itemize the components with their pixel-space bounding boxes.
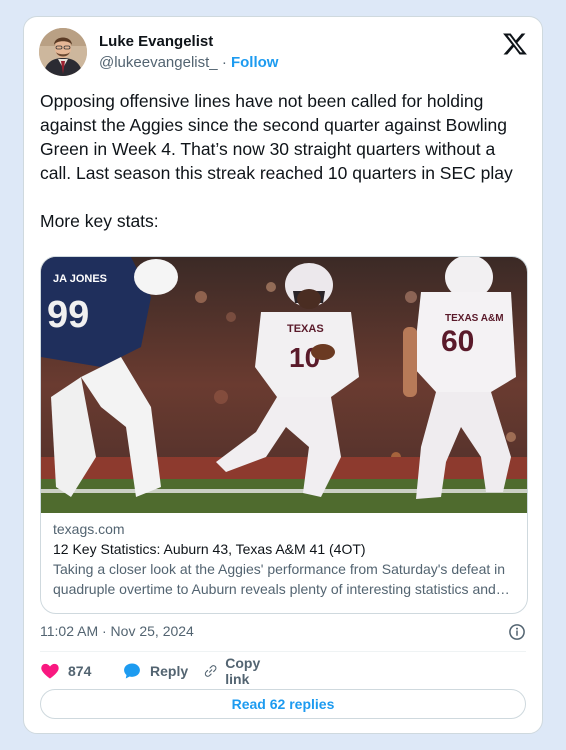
link-meta: texags.com 12 Key Statistics: Auburn 43,… <box>53 519 517 599</box>
info-icon[interactable] <box>508 623 526 641</box>
jersey-text-texas: TEXAS <box>287 323 324 335</box>
link-icon <box>204 665 217 677</box>
tweet-card: Luke Evangelist @lukeevangelist_ · Follo… <box>23 16 543 734</box>
handle-separator: · <box>221 54 227 71</box>
article-photo: JA JONES 99 TEXAS 10 TEXAS A&M 60 <box>41 257 527 513</box>
avatar[interactable] <box>39 28 87 76</box>
jersey-name-jajones: JA JONES <box>53 273 107 285</box>
x-logo-icon[interactable] <box>502 31 528 57</box>
read-replies-button[interactable]: Read 62 replies <box>40 689 526 719</box>
link-card[interactable]: JA JONES 99 TEXAS 10 TEXAS A&M 60 texags… <box>40 256 528 614</box>
jersey-number-99: 99 <box>47 294 89 336</box>
reply-button[interactable]: Reply <box>122 659 188 683</box>
jersey-text-texas-am: TEXAS A&M <box>445 313 504 324</box>
like-count: 874 <box>68 663 92 679</box>
timestamp-row: 11:02 AM · Nov 25, 2024 <box>40 623 526 643</box>
follow-button[interactable]: Follow <box>231 54 279 71</box>
link-description-line1: Taking a closer look at the Aggies' perf… <box>53 561 506 577</box>
link-title[interactable]: 12 Key Statistics: Auburn 43, Texas A&M … <box>53 539 517 559</box>
link-domain: texags.com <box>53 521 125 537</box>
tweet-text: Opposing offensive lines have not been c… <box>40 91 513 231</box>
author-handle-row: @lukeevangelist_ · Follow <box>99 54 278 71</box>
copy-link-label: Copy link <box>225 655 261 687</box>
timestamp[interactable]: 11:02 AM · Nov 25, 2024 <box>40 623 194 639</box>
copy-link-button[interactable]: Copy link <box>204 655 267 687</box>
divider <box>40 651 526 652</box>
tweet-header: Luke Evangelist @lukeevangelist_ · Follo… <box>39 28 528 78</box>
reply-bubble-icon <box>124 663 140 679</box>
jersey-number-60: 60 <box>441 325 474 358</box>
heart-icon <box>41 663 59 679</box>
link-description-line2: quadruple overtime to Auburn reveals ple… <box>53 581 510 597</box>
like-button[interactable]: 874 <box>40 659 91 683</box>
author-handle[interactable]: @lukeevangelist_ <box>99 54 218 71</box>
author-name[interactable]: Luke Evangelist <box>99 33 213 50</box>
reply-label: Reply <box>150 663 189 679</box>
